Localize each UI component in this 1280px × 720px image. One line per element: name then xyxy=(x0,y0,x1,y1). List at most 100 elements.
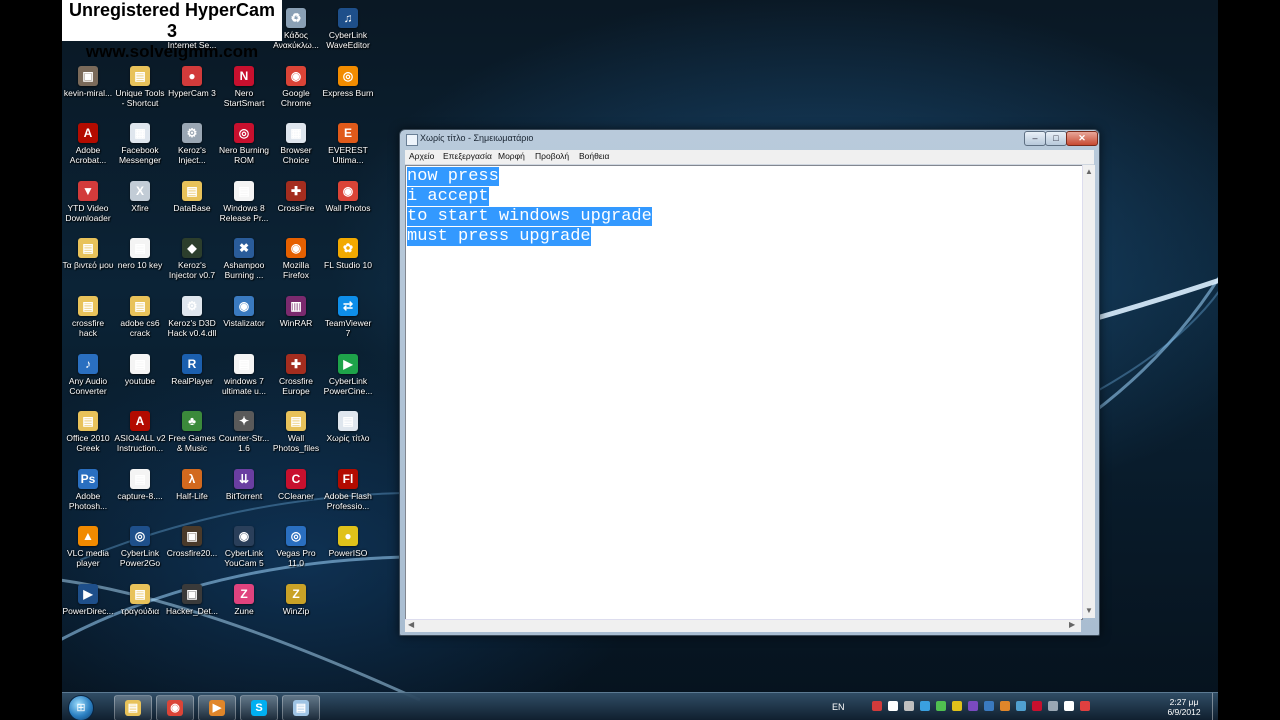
desktop-icon[interactable]: ⚙ Keroz's D3D Hack v0.4.dll xyxy=(166,296,218,350)
desktop-icon[interactable]: ▤ adobe cs6 crack xyxy=(114,296,166,350)
scroll-left-icon[interactable]: ◀ xyxy=(408,620,414,629)
desktop-icon[interactable]: ✦ Counter-Str... 1.6 xyxy=(218,411,270,465)
desktop-icon[interactable]: E EVEREST Ultima... xyxy=(322,123,374,177)
desktop-icon[interactable]: ▤ youtube xyxy=(114,353,166,408)
menu-format[interactable]: Μορφή xyxy=(498,151,525,161)
desktop-icon[interactable]: ◎ Vegas Pro 11.0 xyxy=(270,526,322,580)
desktop-icon[interactable]: A ASIO4ALL v2 Instruction... xyxy=(114,411,166,465)
desktop-icon[interactable]: ◎ Express Burn xyxy=(322,65,374,120)
desktop-icon[interactable]: ◉ Google Chrome xyxy=(270,65,322,120)
desktop-icon[interactable]: ▤ Office 2010 Greek xyxy=(62,411,114,465)
desktop-icon[interactable]: N Nero StartSmart xyxy=(218,65,270,120)
text-editor-area[interactable]: now press i accept to start windows upgr… xyxy=(405,165,1083,620)
notepad-titlebar[interactable]: Χωρίς τίτλο - Σημειωματάριο – □ ✕ xyxy=(400,130,1099,148)
desktop-icon[interactable]: ▥ WinRAR xyxy=(270,296,322,350)
desktop-icon[interactable]: ◉ Vistalizator xyxy=(218,296,270,350)
desktop-icon[interactable]: ✿ FL Studio 10 xyxy=(322,238,374,292)
scroll-down-icon[interactable]: ▼ xyxy=(1085,606,1093,615)
show-desktop-button[interactable] xyxy=(1212,693,1219,720)
desktop-icon[interactable]: ◎ Nero Burning ROM xyxy=(218,123,270,177)
desktop-icon[interactable]: ◆ Keroz's Injector v0.7 xyxy=(166,238,218,292)
notepad-app-icon[interactable] xyxy=(406,134,418,146)
desktop-icon[interactable]: ▣ Crossfire20... xyxy=(166,526,218,580)
tray-icon[interactable] xyxy=(888,701,898,711)
desktop-icon[interactable]: ◉ CyberLink YouCam 5 xyxy=(218,526,270,580)
desktop-icon[interactable]: ▶ PowerDirec... xyxy=(62,584,114,638)
desktop-icon[interactable]: ✚ CrossFire xyxy=(270,180,322,235)
notepad-window[interactable]: Χωρίς τίτλο - Σημειωματάριο – □ ✕ Αρχείο… xyxy=(399,129,1100,636)
tray-icon[interactable] xyxy=(968,701,978,711)
desktop-icon[interactable]: ▤ Wall Photos_files xyxy=(270,411,322,465)
tray-icon[interactable] xyxy=(1064,701,1074,711)
desktop-icon[interactable]: ▼ YTD Video Downloader xyxy=(62,180,114,235)
desktop-icon[interactable]: λ Half-Life xyxy=(166,468,218,523)
desktop-icon[interactable]: ▤ Unique Tools - Shortcut xyxy=(114,65,166,120)
taskbar-explorer-button[interactable]: ▤ xyxy=(114,695,152,720)
desktop-icon[interactable]: ⇄ TeamViewer 7 xyxy=(322,296,374,350)
close-button[interactable]: ✕ xyxy=(1066,131,1098,146)
desktop-icon[interactable]: ◎ CyberLink Power2Go xyxy=(114,526,166,580)
desktop-icon[interactable]: Fl Adobe Flash Professio... xyxy=(322,468,374,523)
scroll-right-icon[interactable]: ▶ xyxy=(1069,620,1075,629)
desktop-icon[interactable]: ● HyperCam 3 xyxy=(166,65,218,120)
menu-help[interactable]: Βοήθεια xyxy=(579,151,609,161)
desktop-icon[interactable]: ♪ Any Audio Converter xyxy=(62,353,114,408)
desktop-icon[interactable]: ◉ Mozilla Firefox xyxy=(270,238,322,292)
clock[interactable]: 2:27 μμ 6/9/2012 xyxy=(1160,697,1208,717)
tray-icon[interactable] xyxy=(1080,701,1090,711)
desktop-icon[interactable]: Z WinZip xyxy=(270,584,322,638)
desktop-icon[interactable]: ▣ Hacker_Det... xyxy=(166,584,218,638)
taskbar-skype-button[interactable]: S xyxy=(240,695,278,720)
desktop-icon[interactable]: ◉ Wall Photos xyxy=(322,180,374,235)
scroll-up-icon[interactable]: ▲ xyxy=(1085,167,1093,176)
tray-icon[interactable] xyxy=(1032,701,1042,711)
desktop-icon[interactable]: ▦ Browser Choice xyxy=(270,123,322,177)
desktop-icon[interactable]: R RealPlayer xyxy=(166,353,218,408)
tray-icon[interactable] xyxy=(1000,701,1010,711)
desktop-icon[interactable]: ▤ nero 10 key xyxy=(114,238,166,292)
desktop-icon[interactable]: ✚ Crossfire Europe xyxy=(270,353,322,408)
tray-icon[interactable] xyxy=(872,701,882,711)
maximize-button[interactable]: □ xyxy=(1045,131,1067,146)
start-button[interactable]: ⊞ xyxy=(68,695,94,720)
tray-icon[interactable] xyxy=(1016,701,1026,711)
desktop-icon[interactable]: ▲ VLC media player xyxy=(62,526,114,580)
desktop-icon[interactable]: C CCleaner xyxy=(270,468,322,523)
desktop-icon[interactable]: ♫ CyberLink WaveEditor xyxy=(322,8,374,62)
desktop-icon[interactable]: ✖ Ashampoo Burning ... xyxy=(218,238,270,292)
desktop-icon[interactable]: ▦ Facebook Messenger xyxy=(114,123,166,177)
vertical-scrollbar[interactable]: ▲ ▼ xyxy=(1082,165,1095,618)
tray-icon[interactable] xyxy=(936,701,946,711)
desktop-icon[interactable]: ● PowerISO xyxy=(322,526,374,580)
desktop-icon[interactable]: ▣ kevin-miral... xyxy=(62,65,114,120)
desktop-icon[interactable]: ▤ DataBase xyxy=(166,180,218,235)
desktop-icon[interactable]: ▤ Windows 8 Release Pr... xyxy=(218,180,270,235)
desktop-icon[interactable]: ⚙ Keroz's Inject... xyxy=(166,123,218,177)
tray-icon[interactable] xyxy=(952,701,962,711)
desktop-icon[interactable]: ▤ Χωρίς τίτλο xyxy=(322,411,374,465)
taskbar-media-player-button[interactable]: ▶ xyxy=(198,695,236,720)
desktop-icon[interactable]: ▤ capture-8.... xyxy=(114,468,166,523)
desktop-icon[interactable]: ▶ CyberLink PowerCine... xyxy=(322,353,374,408)
desktop-icon[interactable]: ▤ Τα βιντεό μου xyxy=(62,238,114,292)
menu-view[interactable]: Προβολή xyxy=(535,151,569,161)
tray-icon[interactable] xyxy=(920,701,930,711)
menu-file[interactable]: Αρχείο xyxy=(409,151,434,161)
desktop-icon[interactable]: ▤ τραγούδια xyxy=(114,584,166,638)
taskbar-notepad-button[interactable]: ▤ xyxy=(282,695,320,720)
desktop-icon[interactable]: ⇊ BitTorrent xyxy=(218,468,270,523)
horizontal-scrollbar[interactable]: ◀ ▶ xyxy=(405,619,1081,632)
desktop-icon[interactable]: Ps Adobe Photosh... xyxy=(62,468,114,523)
desktop-icon[interactable]: ▤ crossfire hack xyxy=(62,296,114,350)
tray-icon[interactable] xyxy=(1048,701,1058,711)
taskbar-chrome-button[interactable]: ◉ xyxy=(156,695,194,720)
desktop-icon[interactable]: X Xfire xyxy=(114,180,166,235)
language-indicator[interactable]: EN xyxy=(832,702,845,712)
menu-edit[interactable]: Επεξεργασία xyxy=(443,151,492,161)
minimize-button[interactable]: – xyxy=(1024,131,1046,146)
desktop-icon[interactable]: A Adobe Acrobat... xyxy=(62,123,114,177)
tray-icon[interactable] xyxy=(904,701,914,711)
tray-icon[interactable] xyxy=(984,701,994,711)
desktop-icon[interactable]: ▤ windows 7 ultimate u... xyxy=(218,353,270,408)
desktop-icon[interactable]: Z Zune xyxy=(218,584,270,638)
